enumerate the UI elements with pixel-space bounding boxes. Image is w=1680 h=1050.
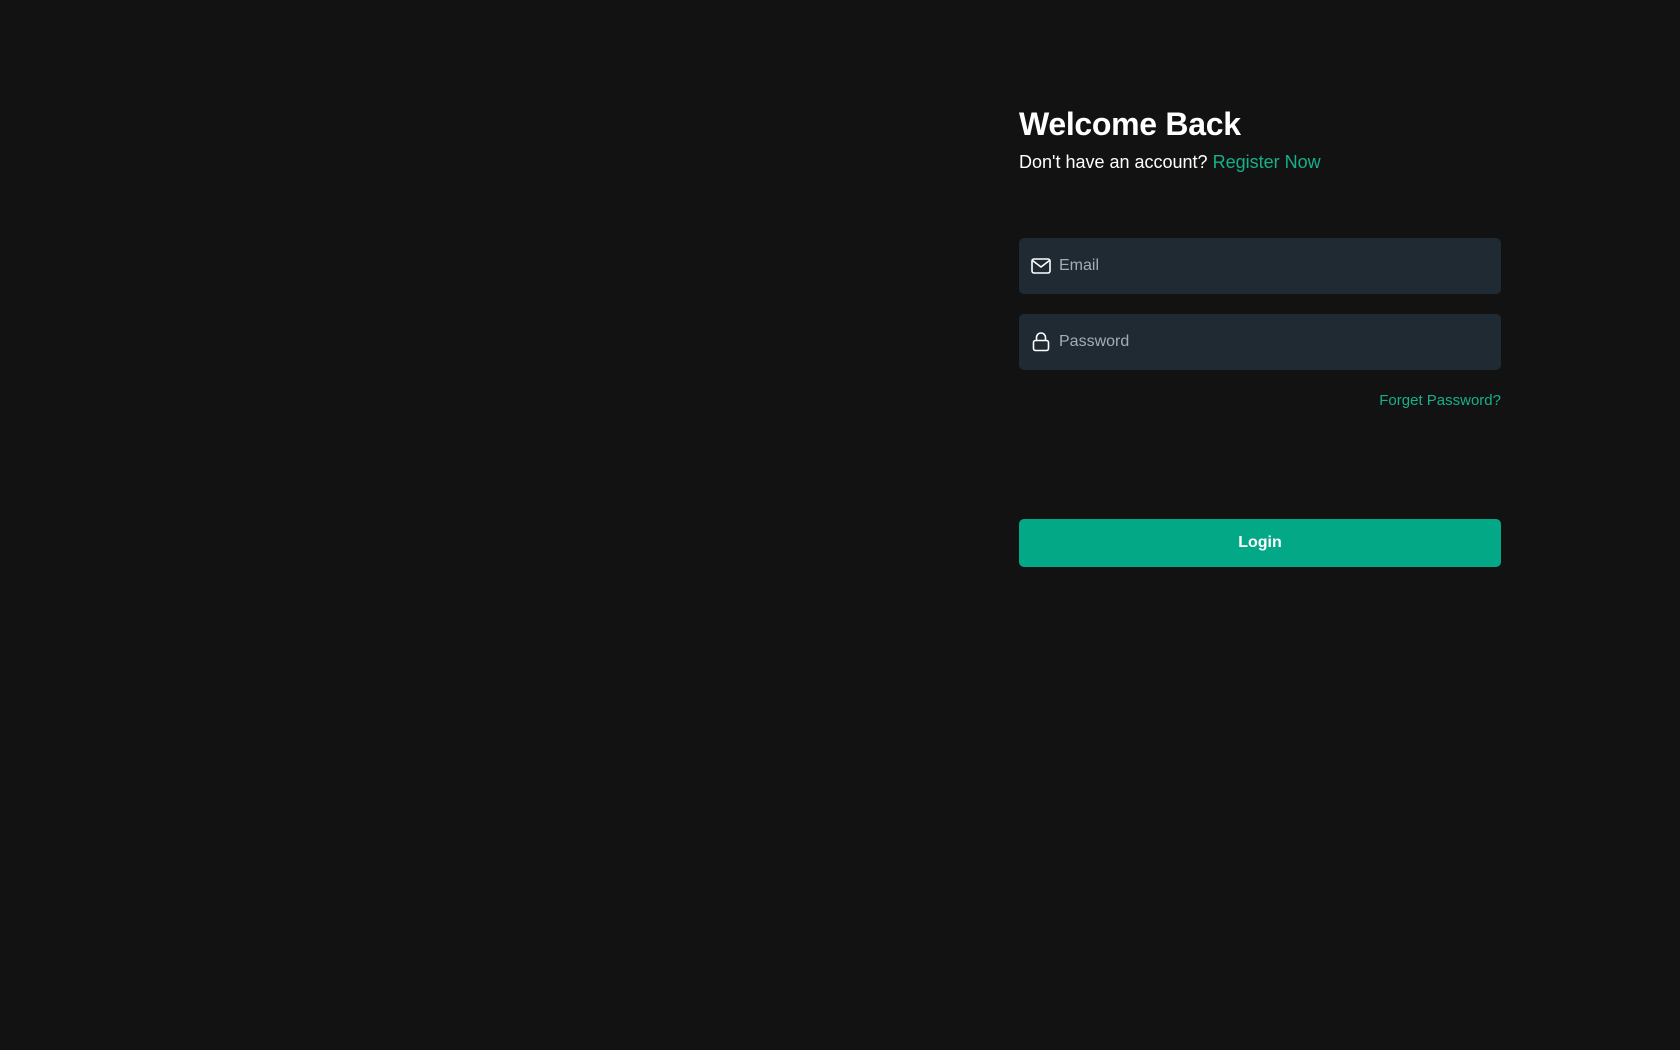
lock-icon (1031, 332, 1051, 352)
forgot-password-link[interactable]: Forget Password? (1379, 392, 1501, 409)
forgot-password-row: Forget Password? (1019, 392, 1501, 412)
password-input[interactable] (1051, 314, 1501, 370)
page-title: Welcome Back (1019, 106, 1241, 142)
login-panel: Welcome Back Don't have an account? Regi… (1019, 104, 1501, 567)
email-field-container[interactable] (1019, 238, 1501, 294)
envelope-icon (1031, 256, 1051, 276)
password-field-container[interactable] (1019, 314, 1501, 370)
register-now-link[interactable]: Register Now (1213, 152, 1321, 172)
register-prompt-text: Don't have an account? (1019, 152, 1208, 172)
login-button[interactable]: Login (1019, 519, 1501, 567)
email-input[interactable] (1051, 238, 1501, 294)
register-prompt: Don't have an account? Register Now (1019, 150, 1501, 174)
login-page: Welcome Back Don't have an account? Regi… (0, 0, 1680, 1050)
